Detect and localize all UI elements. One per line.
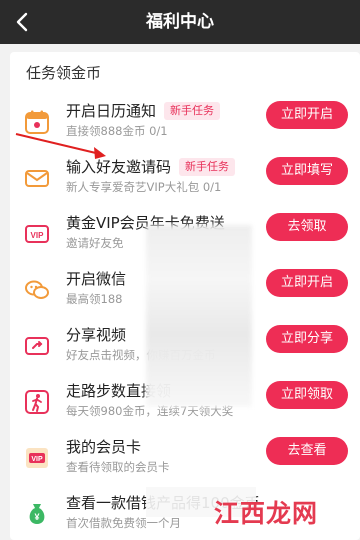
task-title: 开启微信 <box>66 270 127 288</box>
fill-invite-code-button[interactable]: 立即填写 <box>266 157 348 185</box>
task-title: 分享视频 <box>66 326 127 344</box>
newbie-tag: 新手任务 <box>164 102 221 120</box>
task-row-member-card: VIP 我的会员卡 查看待领取的会员卡 去查看 <box>10 432 360 488</box>
member-card-icon: VIP <box>26 448 48 468</box>
section-title: 任务领金币 <box>26 64 102 82</box>
enable-wechat-button[interactable]: 立即开启 <box>266 269 348 297</box>
task-subtitle: 新人专享爱奇艺VIP大礼包 0/1 <box>66 180 222 194</box>
enable-calendar-button[interactable]: 立即开启 <box>266 101 348 129</box>
svg-text:VIP: VIP <box>31 231 45 240</box>
blurred-overlay <box>146 225 252 407</box>
share-video-icon <box>25 337 49 355</box>
share-video-button[interactable]: 立即分享 <box>266 325 348 353</box>
task-subtitle: 首次借款免费领一个月 <box>66 516 181 530</box>
vip-card-icon: VIP <box>25 225 49 243</box>
svg-text:VIP: VIP <box>31 456 43 463</box>
wechat-chat-icon <box>25 280 49 299</box>
task-subtitle: 最高领188 <box>66 292 123 306</box>
top-nav-bar: 福利中心 <box>0 0 360 44</box>
page-title: 福利中心 <box>146 12 214 32</box>
svg-text:¥: ¥ <box>34 512 39 522</box>
task-title: 开启日历通知 新手任务 <box>66 100 221 121</box>
view-member-card-button[interactable]: 去查看 <box>266 437 348 465</box>
claim-vip-button[interactable]: 去领取 <box>266 213 348 241</box>
newbie-tag: 新手任务 <box>179 158 236 176</box>
task-subtitle: 邀请好友免 <box>66 236 124 250</box>
task-title: 我的会员卡 <box>66 438 142 456</box>
walking-icon <box>25 390 49 414</box>
claim-steps-button[interactable]: 立即领取 <box>266 381 348 409</box>
watermark: 江西龙网 <box>214 499 319 528</box>
annotation-arrow-icon <box>15 133 106 159</box>
money-bag-icon: ¥ <box>29 504 45 524</box>
task-subtitle: 查看待领取的会员卡 <box>66 460 170 474</box>
